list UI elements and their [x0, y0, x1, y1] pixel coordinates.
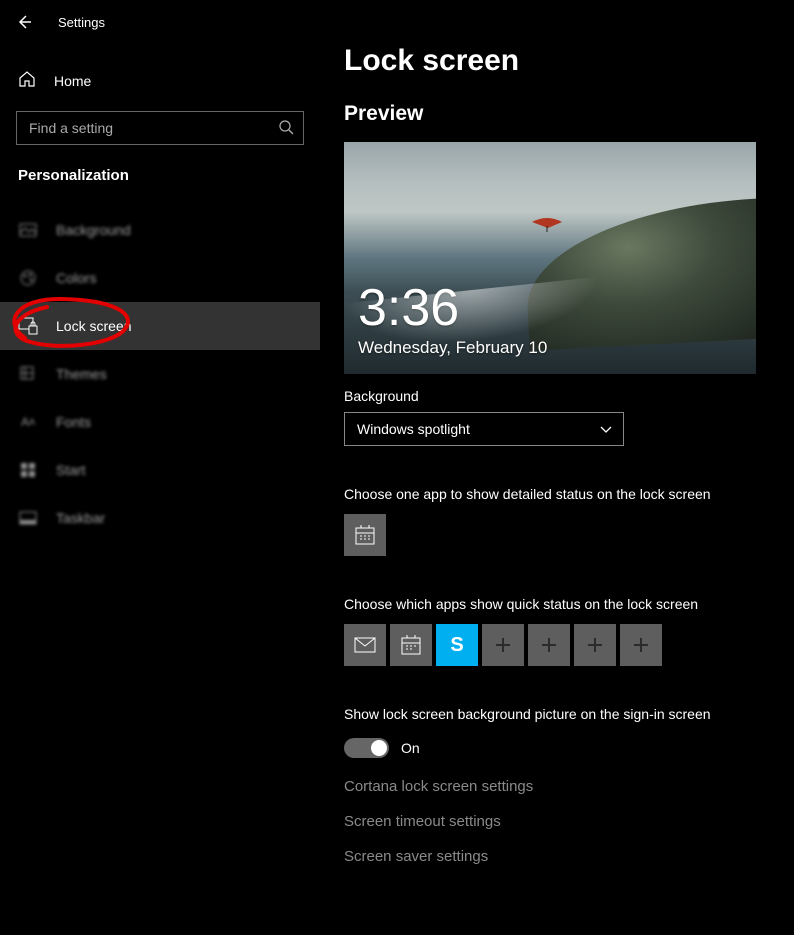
quick-app-slot-calendar[interactable] — [390, 624, 432, 666]
nav-list: Background Colors Lock screen Themes AA … — [0, 206, 320, 542]
mail-icon — [354, 637, 376, 653]
nav-item-lock-screen[interactable]: Lock screen — [0, 302, 320, 350]
nav-item-colors[interactable]: Colors — [0, 254, 320, 302]
plus-icon — [586, 636, 604, 654]
start-icon — [18, 460, 38, 480]
back-button[interactable] — [14, 12, 34, 32]
nav-item-start[interactable]: Start — [0, 446, 320, 494]
titlebar: Settings — [0, 0, 320, 44]
nav-item-taskbar[interactable]: Taskbar — [0, 494, 320, 542]
nav-item-label: Fonts — [56, 414, 91, 430]
taskbar-icon — [18, 508, 38, 528]
nav-item-label: Lock screen — [56, 318, 131, 334]
nav-home[interactable]: Home — [0, 58, 320, 103]
detailed-status-heading: Choose one app to show detailed status o… — [344, 486, 764, 502]
toggle-label: Show lock screen background picture on t… — [344, 706, 764, 722]
quick-app-slot-skype[interactable]: S — [436, 624, 478, 666]
toggle-state-text: On — [401, 740, 420, 756]
nav-item-label: Start — [56, 462, 86, 478]
detailed-app-slot[interactable] — [344, 514, 386, 556]
skype-icon: S — [450, 634, 463, 657]
picture-icon — [18, 220, 38, 240]
quick-app-slot-empty[interactable] — [574, 624, 616, 666]
paraglider-icon — [532, 218, 562, 232]
nav-item-label: Colors — [56, 270, 96, 286]
nav-item-label: Themes — [56, 366, 107, 382]
palette-icon — [18, 268, 38, 288]
calendar-icon — [354, 524, 376, 546]
section-title: Personalization — [18, 167, 320, 184]
quick-status-heading: Choose which apps show quick status on t… — [344, 596, 764, 612]
chevron-down-icon — [599, 422, 613, 436]
preview-time: 3:36 — [358, 282, 459, 334]
preview-heading: Preview — [344, 102, 764, 126]
search-input[interactable] — [16, 111, 304, 145]
background-label: Background — [344, 388, 764, 404]
main-content: Lock screen Preview 3:36 Wednesday, Febr… — [320, 0, 794, 935]
quick-app-slot-empty[interactable] — [528, 624, 570, 666]
themes-icon — [18, 364, 38, 384]
app-title: Settings — [58, 15, 105, 30]
lock-screen-preview: 3:36 Wednesday, February 10 — [344, 142, 756, 374]
preview-date: Wednesday, February 10 — [358, 338, 547, 358]
arrow-left-icon — [16, 14, 32, 30]
link-screen-saver[interactable]: Screen saver settings — [344, 848, 764, 865]
nav-item-fonts[interactable]: AA Fonts — [0, 398, 320, 446]
background-dropdown[interactable]: Windows spotlight — [344, 412, 624, 446]
plus-icon — [494, 636, 512, 654]
signin-background-toggle[interactable] — [344, 738, 389, 758]
quick-app-slot-empty[interactable] — [482, 624, 524, 666]
link-screen-timeout[interactable]: Screen timeout settings — [344, 813, 764, 830]
nav-home-label: Home — [54, 73, 91, 89]
lock-screen-icon — [18, 316, 38, 336]
search-field — [16, 111, 304, 145]
nav-item-background[interactable]: Background — [0, 206, 320, 254]
dropdown-value: Windows spotlight — [357, 421, 470, 437]
plus-icon — [540, 636, 558, 654]
nav-item-themes[interactable]: Themes — [0, 350, 320, 398]
fonts-icon: AA — [18, 412, 38, 432]
calendar-icon — [400, 634, 422, 656]
link-cortana-settings[interactable]: Cortana lock screen settings — [344, 778, 764, 795]
sidebar: Settings Home Personalization Background… — [0, 0, 320, 935]
home-icon — [18, 70, 36, 91]
page-title: Lock screen — [344, 44, 764, 78]
plus-icon — [632, 636, 650, 654]
quick-app-slot-mail[interactable] — [344, 624, 386, 666]
nav-item-label: Background — [56, 222, 131, 238]
quick-app-slot-empty[interactable] — [620, 624, 662, 666]
nav-item-label: Taskbar — [56, 510, 105, 526]
